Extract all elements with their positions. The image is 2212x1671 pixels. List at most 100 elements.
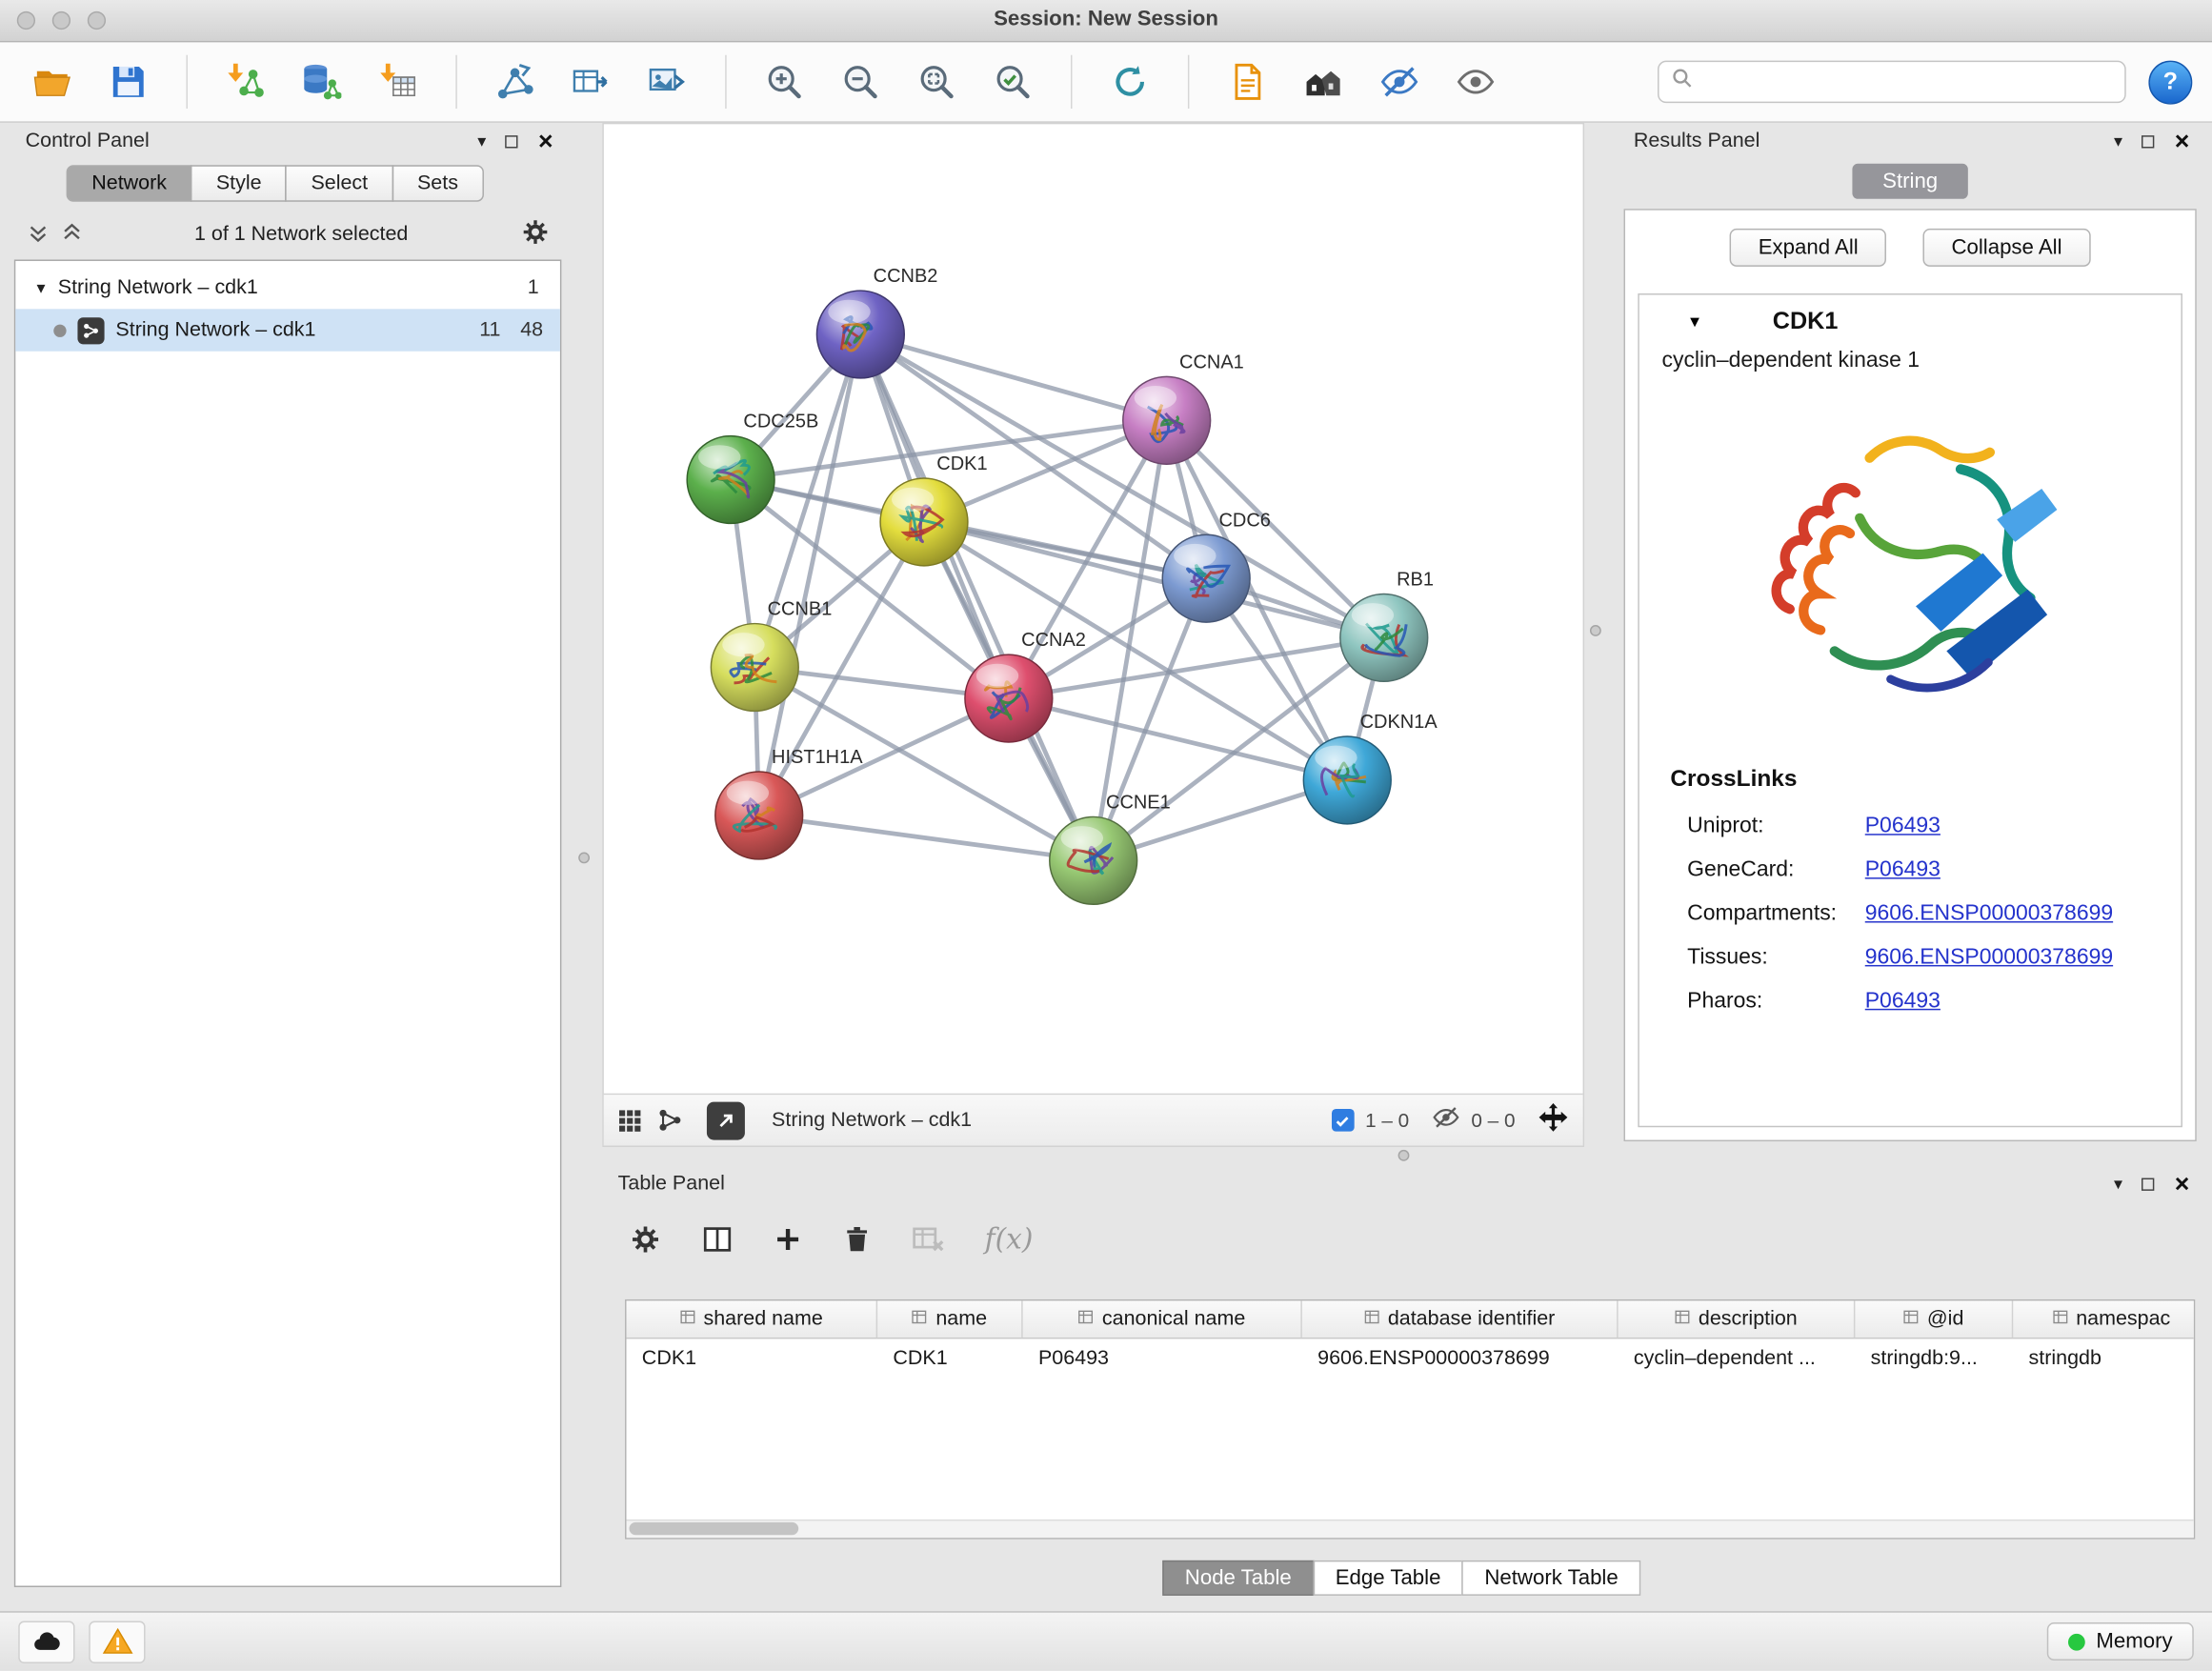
tab-node-table[interactable]: Node Table xyxy=(1162,1560,1314,1596)
crosslink-value-link[interactable]: P06493 xyxy=(1865,814,1941,839)
zoom-out-button[interactable] xyxy=(834,52,887,111)
column-header-shared-name[interactable]: shared name xyxy=(627,1300,878,1338)
splitter-handle[interactable] xyxy=(578,852,590,863)
crosslink-label: Tissues: xyxy=(1687,944,1865,970)
network-edge[interactable] xyxy=(759,815,1094,860)
close-panel-icon[interactable]: × xyxy=(2175,129,2190,154)
import-network-database-button[interactable] xyxy=(295,52,349,111)
close-panel-icon[interactable]: × xyxy=(2175,1171,2190,1197)
network-node-CCNA1[interactable]: CCNA1 xyxy=(1123,352,1244,465)
float-panel-icon[interactable] xyxy=(2142,134,2155,147)
column-header--id[interactable]: @id xyxy=(1855,1300,2013,1338)
show-all-button[interactable] xyxy=(1449,52,1502,111)
show-columns-button[interactable] xyxy=(701,1222,734,1255)
open-in-new-window-button[interactable] xyxy=(707,1101,745,1139)
crosslink-value-link[interactable]: P06493 xyxy=(1865,988,1941,1014)
collapse-all-button[interactable]: Collapse All xyxy=(1923,229,2090,267)
network-node-CCNB1[interactable]: CCNB1 xyxy=(711,599,832,712)
export-image-button[interactable] xyxy=(640,52,694,111)
search-input[interactable] xyxy=(1702,70,2111,93)
collapse-panel-icon[interactable]: ▾ xyxy=(477,132,486,150)
export-table-button[interactable] xyxy=(564,52,617,111)
tab-select[interactable]: Select xyxy=(286,165,393,202)
column-icon xyxy=(912,1308,927,1331)
crosslink-value-link[interactable]: P06493 xyxy=(1865,857,1941,883)
selected-nodes-checkbox[interactable] xyxy=(1332,1109,1355,1132)
refresh-view-button[interactable] xyxy=(1103,52,1156,111)
pan-tool-icon[interactable] xyxy=(1538,1101,1569,1139)
search-box[interactable] xyxy=(1658,61,2126,103)
collapse-panel-icon[interactable]: ▾ xyxy=(2114,1176,2122,1193)
network-edge[interactable] xyxy=(860,334,1166,420)
scrollbar-thumb[interactable] xyxy=(629,1522,798,1535)
annotations-button[interactable] xyxy=(1220,52,1274,111)
function-builder-button[interactable]: f(x) xyxy=(985,1221,1034,1256)
network-collection-row[interactable]: ▾ String Network – cdk1 1 xyxy=(15,267,560,309)
table-cell: CDK1 xyxy=(877,1339,1023,1377)
collapse-panel-icon[interactable]: ▾ xyxy=(2114,132,2122,150)
tab-sets[interactable]: Sets xyxy=(392,165,483,202)
expand-all-networks-button[interactable] xyxy=(62,222,82,246)
cloud-status-button[interactable] xyxy=(18,1621,74,1662)
tree-expander-icon[interactable]: ▾ xyxy=(37,278,46,298)
hidden-eye-icon[interactable] xyxy=(1432,1102,1460,1137)
network-graph[interactable]: CCNB2CCNA1CDC25BCDK1CDC6RB1CCNB1CCNA2CDK… xyxy=(604,124,1583,1093)
results-panel: Results Panel ▾ × String Expand All Coll… xyxy=(1619,124,2201,1145)
network-edge[interactable] xyxy=(860,334,1093,860)
save-session-button[interactable] xyxy=(102,52,155,111)
crosslink-value-link[interactable]: 9606.ENSP00000378699 xyxy=(1865,901,2113,927)
create-column-button[interactable] xyxy=(774,1224,803,1254)
gene-entry-header[interactable]: ▾ CDK1 xyxy=(1639,295,2182,349)
cytoscape-window: Session: New Session ? Control Panel ▾ ×… xyxy=(0,0,2212,1670)
network-row-selected[interactable]: String Network – cdk1 11 48 xyxy=(15,309,560,351)
network-options-gear-button[interactable] xyxy=(520,217,550,252)
crosslink-value-link[interactable]: 9606.ENSP00000378699 xyxy=(1865,944,2113,970)
network-node-RB1[interactable]: RB1 xyxy=(1340,570,1434,682)
splitter-handle[interactable] xyxy=(1398,1150,1410,1161)
network-canvas[interactable]: CCNB2CCNA1CDC25BCDK1CDC6RB1CCNB1CCNA2CDK… xyxy=(604,124,1583,1093)
network-node-CDC25B[interactable]: CDC25B xyxy=(687,412,818,524)
network-node-CCNB2[interactable]: CCNB2 xyxy=(816,266,937,378)
column-header-database-identifier[interactable]: database identifier xyxy=(1302,1300,1619,1338)
home-view-button[interactable] xyxy=(1297,52,1350,111)
collapse-all-networks-button[interactable] xyxy=(29,222,49,246)
open-session-button[interactable] xyxy=(26,52,79,111)
zoom-selected-button[interactable] xyxy=(986,52,1039,111)
tab-string[interactable]: String xyxy=(1853,163,1967,198)
memory-button[interactable]: Memory xyxy=(2047,1622,2194,1661)
import-network-file-button[interactable] xyxy=(219,52,272,111)
table-settings-gear-button[interactable] xyxy=(629,1222,661,1255)
column-header-canonical-name[interactable]: canonical name xyxy=(1023,1300,1302,1338)
entry-expander-icon[interactable]: ▾ xyxy=(1690,311,1699,333)
zoom-fit-button[interactable] xyxy=(910,52,963,111)
network-edge[interactable] xyxy=(759,334,861,815)
horizontal-scrollbar[interactable] xyxy=(627,1520,2194,1538)
crosslink-row: Tissues:9606.ENSP00000378699 xyxy=(1687,936,2181,979)
tab-style[interactable]: Style xyxy=(191,165,287,202)
expand-all-button[interactable]: Expand All xyxy=(1730,229,1886,267)
splitter-handle[interactable] xyxy=(1590,625,1601,636)
network-graph-icon[interactable] xyxy=(657,1108,683,1134)
hide-selected-button[interactable] xyxy=(1373,52,1426,111)
delete-column-button[interactable] xyxy=(842,1224,872,1254)
crosslink-row: Compartments:9606.ENSP00000378699 xyxy=(1687,892,2181,936)
column-header-description[interactable]: description xyxy=(1619,1300,1856,1338)
float-panel-icon[interactable] xyxy=(506,134,518,147)
float-panel-icon[interactable] xyxy=(2142,1178,2155,1190)
network-node-HIST1H1A[interactable]: HIST1H1A xyxy=(715,747,863,859)
tab-network[interactable]: Network xyxy=(67,165,192,202)
column-header-name[interactable]: name xyxy=(877,1300,1023,1338)
zoom-in-button[interactable] xyxy=(757,52,811,111)
tab-edge-table[interactable]: Edge Table xyxy=(1313,1560,1463,1596)
delete-table-button-disabled[interactable] xyxy=(912,1221,946,1256)
new-network-button[interactable] xyxy=(488,52,541,111)
import-table-file-button[interactable] xyxy=(371,52,424,111)
birdseye-view-icon[interactable] xyxy=(618,1108,642,1132)
tab-network-table[interactable]: Network Table xyxy=(1462,1560,1641,1596)
titlebar: Session: New Session xyxy=(0,0,2212,42)
warnings-button[interactable] xyxy=(89,1621,145,1662)
table-row[interactable]: CDK1CDK1P064939606.ENSP00000378699cyclin… xyxy=(627,1339,2194,1377)
close-panel-icon[interactable]: × xyxy=(538,129,553,154)
column-header-namespac[interactable]: namespac xyxy=(2013,1300,2195,1338)
help-button[interactable]: ? xyxy=(2148,60,2192,104)
